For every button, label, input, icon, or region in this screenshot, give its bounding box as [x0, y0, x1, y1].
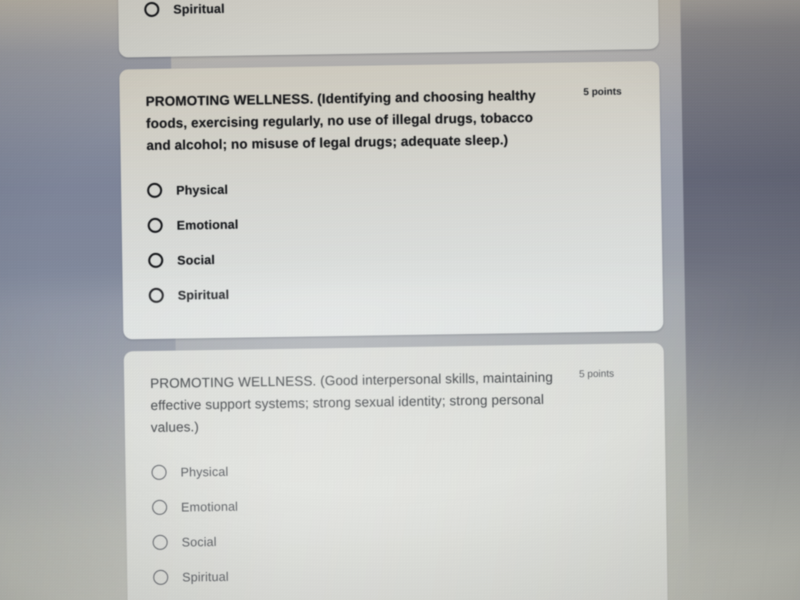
points-badge: 5 points	[583, 86, 622, 99]
option-label: Social	[177, 252, 216, 268]
radio-button-icon[interactable]	[147, 182, 163, 199]
option-row-spiritual[interactable]: Spiritual	[148, 270, 637, 313]
radio-button-icon[interactable]	[151, 464, 167, 481]
screen-photograph: Spiritual PROMOTING WELLNESS. (Identifyi…	[0, 0, 800, 600]
options-list: Physical Emotional Social Spiritual	[147, 165, 637, 313]
radio-button-icon[interactable]	[152, 534, 168, 550]
radio-button-icon[interactable]	[144, 1, 160, 18]
card-header: PROMOTING WELLNESS. (Identifying and cho…	[146, 83, 635, 157]
monitor-surface: Spiritual PROMOTING WELLNESS. (Identifyi…	[0, 0, 800, 600]
option-label: Spiritual	[173, 1, 225, 17]
radio-button-icon[interactable]	[147, 217, 163, 234]
option-label: Spiritual	[177, 287, 230, 303]
option-label: Spiritual	[182, 569, 229, 585]
question-card-spiritual-only: Spiritual	[116, 0, 659, 58]
question-text: PROMOTING WELLNESS. (Good interpersonal …	[150, 369, 554, 436]
question-card-healthy-foods: PROMOTING WELLNESS. (Identifying and cho…	[119, 60, 664, 340]
radio-button-icon[interactable]	[148, 287, 164, 304]
option-row[interactable]: Spiritual	[144, 0, 632, 27]
card-header: PROMOTING WELLNESS. (Good interpersonal …	[150, 365, 639, 439]
radio-button-icon[interactable]	[153, 569, 169, 585]
option-label: Social	[181, 534, 217, 550]
option-label: Emotional	[181, 499, 239, 515]
options-list: Spiritual	[144, 0, 632, 27]
background-right-field	[679, 0, 800, 600]
radio-button-icon[interactable]	[148, 252, 164, 269]
radio-button-icon[interactable]	[152, 499, 168, 515]
option-label: Emotional	[176, 217, 239, 233]
options-list: Physical Emotional Social Spiritual	[151, 447, 641, 595]
option-label: Physical	[180, 464, 229, 480]
points-badge: 5 points	[578, 368, 615, 381]
question-card-interpersonal: PROMOTING WELLNESS. (Good interpersonal …	[123, 342, 668, 600]
option-row-spiritual[interactable]: Spiritual	[153, 552, 641, 595]
quiz-form-column: Spiritual PROMOTING WELLNESS. (Identifyi…	[116, 0, 668, 600]
question-text: PROMOTING WELLNESS. (Identifying and cho…	[145, 87, 536, 154]
option-label: Physical	[176, 182, 229, 198]
